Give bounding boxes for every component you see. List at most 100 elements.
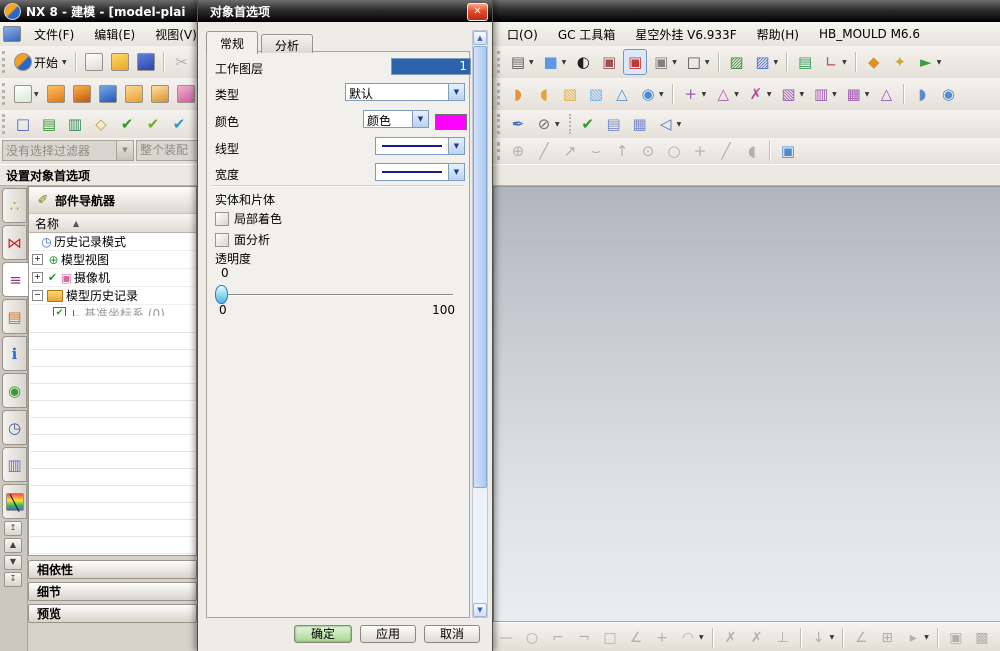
constraint-tool[interactable]: ∠▼ (849, 625, 873, 651)
tag-button[interactable]: ◇▼ (89, 111, 113, 137)
web-browser-tab[interactable]: ℹ (2, 336, 27, 371)
style-pen-button[interactable]: ✒▼ (506, 111, 530, 137)
arc-tool[interactable]: ⌐▼ (546, 625, 570, 651)
dialog-titlebar[interactable]: 对象首选项 (198, 0, 492, 22)
offset-face-button[interactable]: △▼ (711, 81, 742, 107)
scroll-up-icon[interactable]: ▲ (473, 31, 487, 45)
check-mate-button[interactable]: ✔▼ (141, 111, 165, 137)
auto-dimension-tool[interactable]: ▸▼ (901, 625, 932, 651)
expand-icon[interactable]: + (32, 272, 43, 283)
circle-tool[interactable]: ○▼ (520, 625, 544, 651)
hole-button[interactable]: ▼ (96, 81, 120, 107)
menu-window[interactable]: 口(O) (499, 23, 546, 46)
linetype-dropdown[interactable]: ▼ (375, 137, 465, 155)
layer-settings-button[interactable]: ▤▼ (37, 111, 61, 137)
resize-face-button[interactable]: ▥▼ (809, 81, 840, 107)
snapshot-button[interactable]: ◆▼ (862, 49, 886, 75)
scroll-down-button[interactable]: ▼ (4, 555, 22, 570)
start-application-button[interactable]: ►▼ (914, 49, 945, 75)
ruled-button[interactable]: ▧▼ (558, 81, 582, 107)
fillet-tool[interactable]: ¬▼ (572, 625, 596, 651)
replace-face-button[interactable]: ▧▼ (777, 81, 808, 107)
snap-quadrant-button[interactable]: ○▼ (662, 138, 686, 164)
polyline-tool[interactable]: ∠▼ (624, 625, 648, 651)
ok-button[interactable]: 确定 (294, 625, 352, 643)
thicken-button[interactable]: △▼ (610, 81, 634, 107)
move-face-button[interactable]: +▼ (679, 81, 710, 107)
assembly-scope-field[interactable]: 整个装配 (136, 140, 204, 161)
blend-button[interactable]: ▼ (122, 81, 146, 107)
assembly-navigator-tab[interactable]: ∴ (2, 188, 27, 223)
process-studio-tab[interactable]: ▥ (2, 447, 27, 482)
tab-general[interactable]: 常规 (206, 31, 258, 54)
orient-view-plane-button[interactable]: ▨▼ (751, 49, 782, 75)
collapse-icon[interactable]: − (32, 290, 43, 301)
chamfer-button[interactable]: ▼ (148, 81, 172, 107)
close-icon[interactable]: ✕ (467, 3, 488, 21)
checkbox-icon[interactable] (215, 212, 229, 226)
edit-section-button[interactable]: △▼ (874, 81, 898, 107)
revolve-button[interactable]: ▼ (70, 81, 94, 107)
rectangle-tool[interactable]: □▼ (598, 625, 622, 651)
reuse-library-tab[interactable]: ▤ (2, 299, 27, 334)
snap-arc-button[interactable]: ⌣▼ (584, 138, 608, 164)
snap-endpoint-button[interactable]: ╱▼ (532, 138, 556, 164)
snap-midpoint-button[interactable]: ↗▼ (558, 138, 582, 164)
tree-item-history-mode[interactable]: ◷ 历史记录模式 (29, 233, 196, 251)
snap-face-button[interactable]: ◖▼ (740, 138, 764, 164)
render-style-button[interactable]: ◐▼ (571, 49, 595, 75)
menu-help[interactable]: 帮助(H) (749, 23, 807, 46)
animate-dimension-tool[interactable]: ▩▼ (970, 625, 994, 651)
menu-hb-mould[interactable]: HB_MOULD M6.6 (811, 24, 928, 44)
part-navigator-tab[interactable]: ≡ (2, 262, 29, 297)
layer-visible-button[interactable]: ▥▼ (63, 111, 87, 137)
tree-item-cameras[interactable]: + ✔ ▣ 摄像机 (29, 269, 196, 287)
menu-starsky-addon[interactable]: 星空外挂 V6.933F (627, 23, 744, 46)
save-button[interactable]: ▼ (134, 49, 158, 75)
new-file-button[interactable]: ▼ (82, 49, 106, 75)
blank-window-button[interactable]: □▼ (682, 49, 713, 75)
details-section-bar[interactable]: 细节 (28, 582, 197, 601)
tree-item-model-history[interactable]: − 模型历史记录 (29, 287, 196, 305)
section-cube-button[interactable]: ▣▼ (649, 49, 680, 75)
requirement-check-button[interactable]: ✔▼ (576, 111, 600, 137)
checkbox-icon[interactable] (215, 233, 229, 247)
cancel-button[interactable]: 取消 (424, 625, 480, 643)
snap-center-button[interactable]: ⊙▼ (636, 138, 660, 164)
open-file-button[interactable]: ▼ (108, 49, 132, 75)
emboss-button[interactable]: ◉▼ (936, 81, 960, 107)
preview-section-bar[interactable]: 预览 (28, 604, 197, 623)
partial-shading-checkbox[interactable]: 局部着色 (215, 210, 282, 227)
transparency-slider-thumb[interactable] (215, 285, 228, 304)
cut-button[interactable]: ✂▼ (170, 49, 194, 75)
delete-face-button[interactable]: ✗▼ (744, 81, 775, 107)
part-list-button[interactable]: ▤▼ (602, 111, 626, 137)
pattern-face-button[interactable]: ▦▼ (842, 81, 873, 107)
extend-curve-tool[interactable]: ⊥▼ (771, 625, 795, 651)
trim-curve-tool[interactable]: ✗▼ (745, 625, 769, 651)
tab-analysis[interactable]: 分析 (261, 34, 313, 53)
extrude-button[interactable]: ▼ (44, 81, 68, 107)
spline-tool[interactable]: ◠▼ (676, 625, 707, 651)
trim-recipe-tool[interactable]: ✗▼ (719, 625, 743, 651)
sphere-button[interactable]: ◉▼ (636, 81, 667, 107)
select-region-button[interactable]: □▼ (11, 111, 35, 137)
spreadsheet-button[interactable]: ▦▼ (628, 111, 652, 137)
roles-tab[interactable]: ╲ (2, 484, 27, 519)
quick-trim-tool[interactable]: ↓▼ (807, 625, 838, 651)
display-mode-button[interactable]: ▤▼ (506, 49, 537, 75)
scroll-up-button[interactable]: ▲ (4, 538, 22, 553)
sheet-button[interactable]: ◖▼ (532, 81, 556, 107)
transparency-slider-track[interactable] (215, 294, 453, 296)
orient-view-button[interactable]: ▨▼ (725, 49, 749, 75)
tree-item-model-views[interactable]: + ⊕ 模型视图 (29, 251, 196, 269)
name-column-header[interactable]: 名称 ▲ (29, 214, 196, 233)
layer-category-button[interactable]: ▤▼ (793, 49, 817, 75)
suppress-dimension-button[interactable]: ⊘▼ (532, 111, 563, 137)
profile-tool[interactable]: —▼ (494, 625, 518, 651)
html-report-tab[interactable]: ◉ (2, 373, 27, 408)
wcs-orient-button[interactable]: ∟▼ (819, 49, 850, 75)
scroll-top-button[interactable]: ↥ (4, 521, 22, 536)
snap-point-button[interactable]: ⊕▼ (506, 138, 530, 164)
swept-button[interactable]: ◗▼ (506, 81, 530, 107)
